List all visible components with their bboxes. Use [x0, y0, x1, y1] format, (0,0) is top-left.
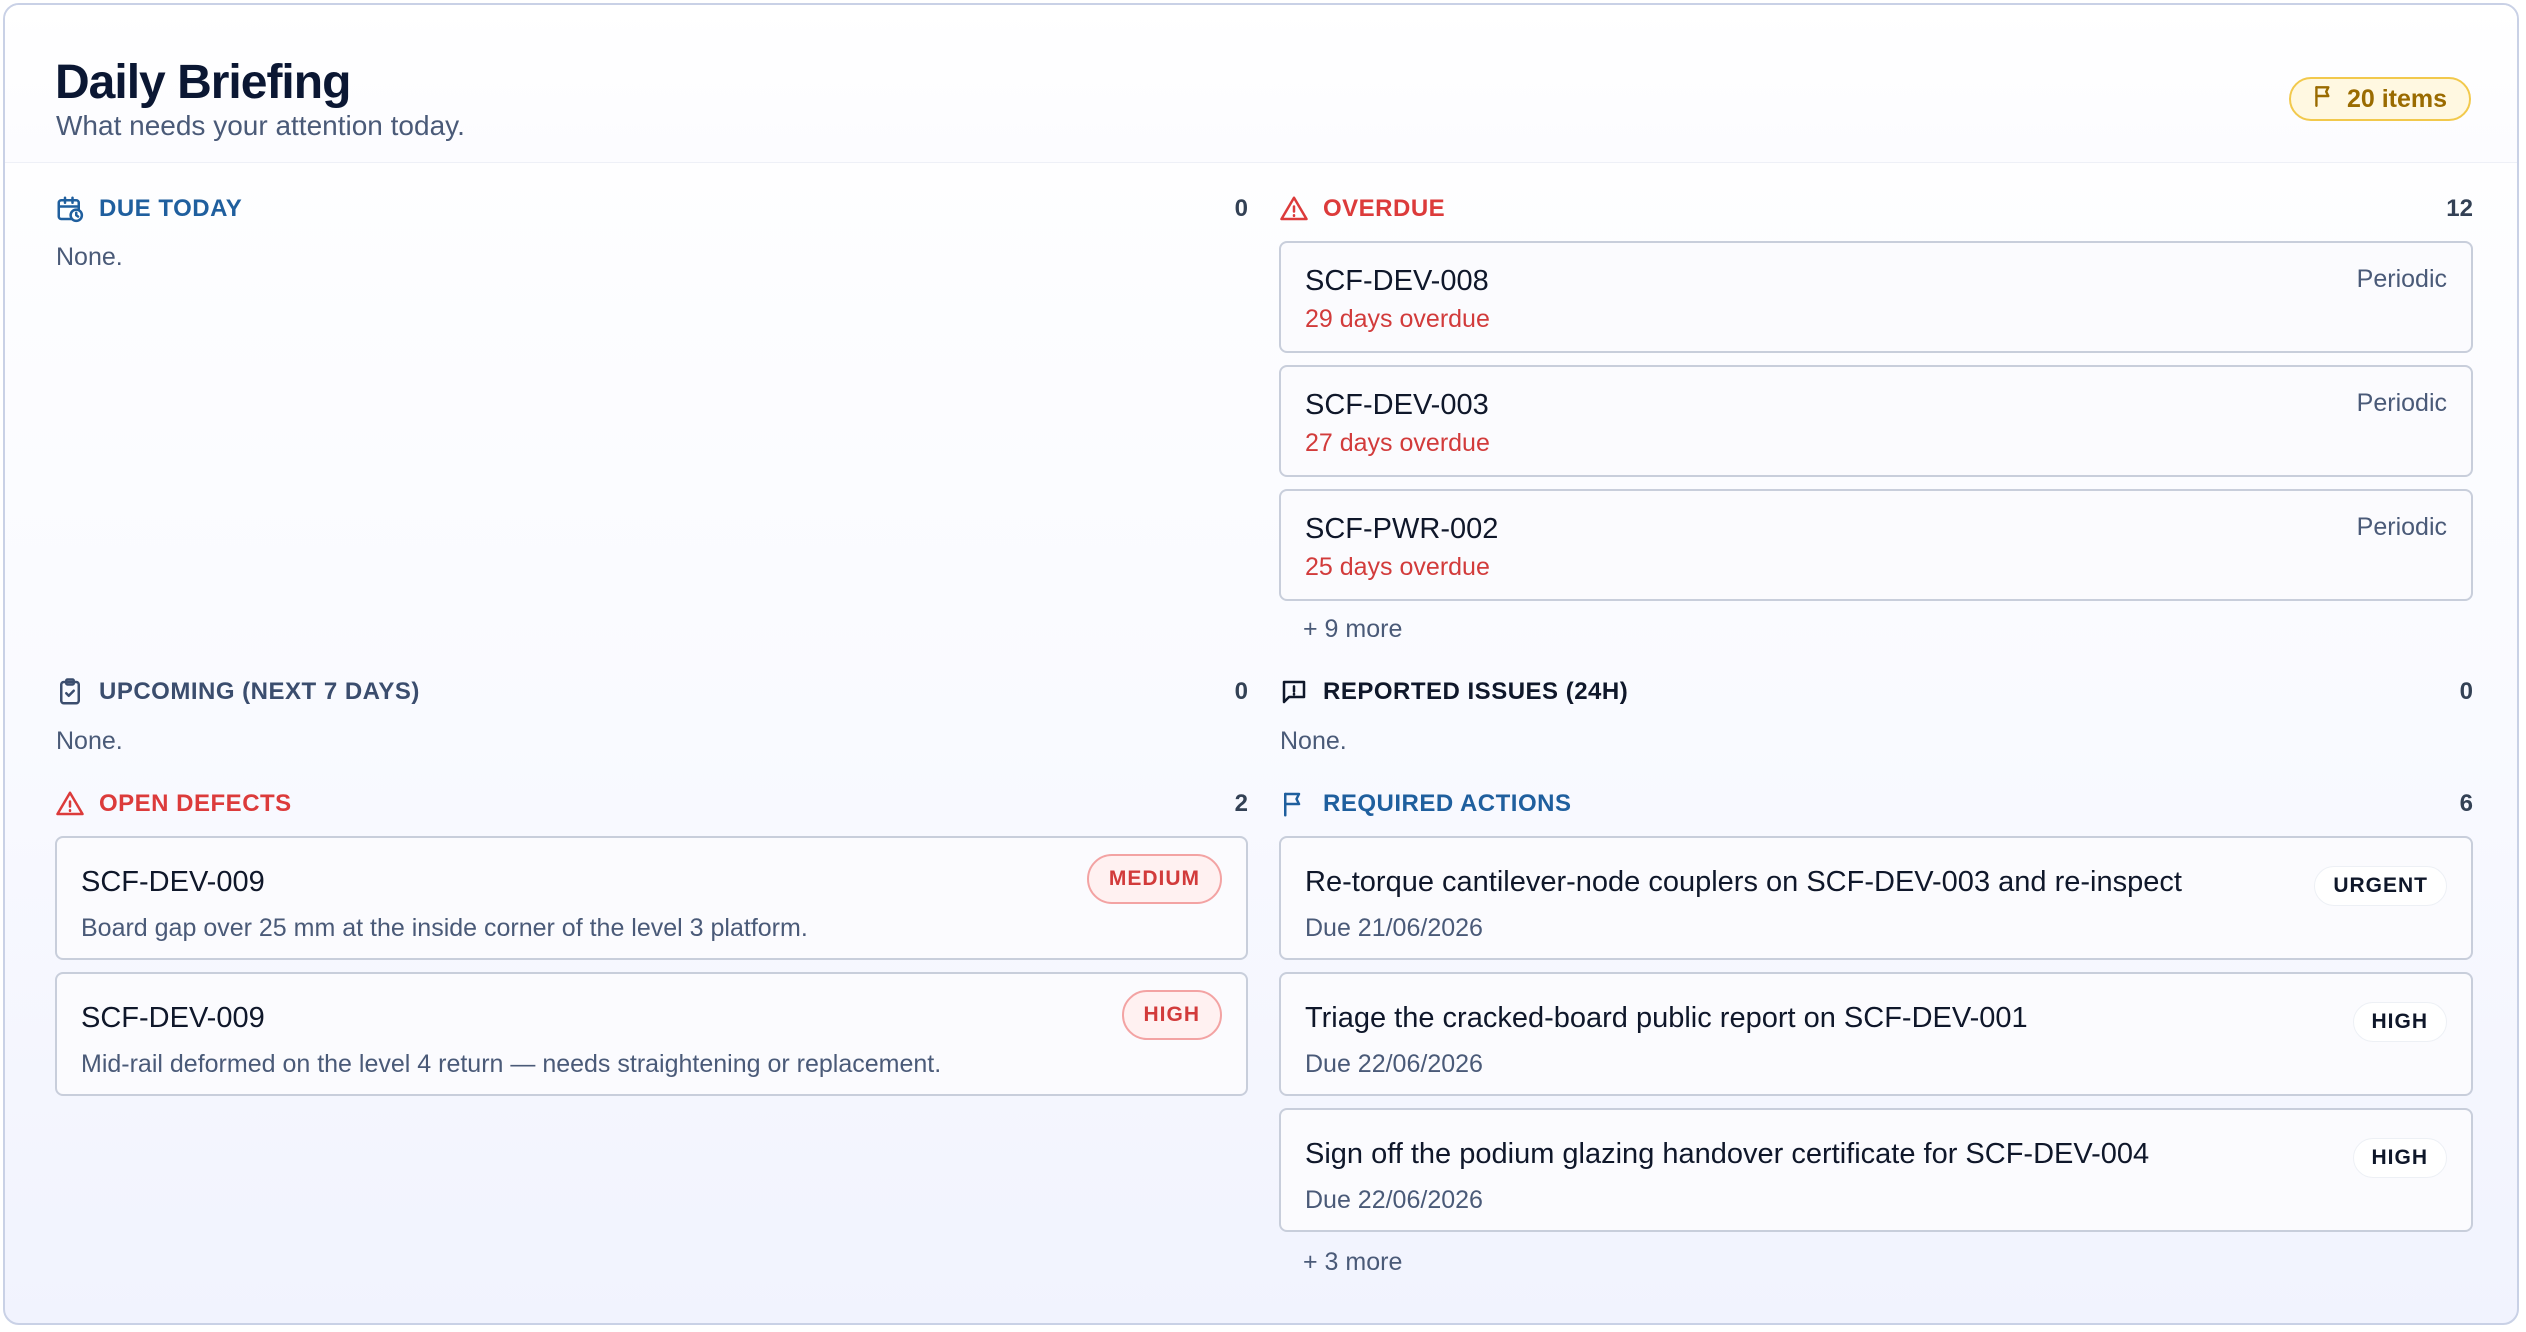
section-due-today[interactable]: DUE TODAY 0	[55, 191, 1248, 227]
overdue-duration: 27 days overdue	[1305, 429, 1490, 457]
action-title: Re-torque cantilever-node couplers on SC…	[1305, 866, 2182, 898]
due-date: Due 22/06/2026	[1305, 1050, 1483, 1078]
items-count-label: 20 items	[2346, 84, 2447, 113]
warning-triangle-icon	[55, 789, 85, 819]
overdue-item[interactable]: SCF-DEV-003 27 days overdue Periodic	[1279, 365, 2473, 477]
asset-code: SCF-DEV-008	[1305, 265, 1489, 297]
section-count: 12	[2446, 195, 2473, 222]
flag-icon	[1279, 789, 1309, 819]
section-label: OPEN DEFECTS	[99, 790, 292, 817]
asset-code: SCF-DEV-003	[1305, 389, 1489, 421]
clipboard-check-icon	[55, 677, 85, 707]
section-label: DUE TODAY	[99, 195, 243, 222]
section-count: 0	[1234, 195, 1248, 222]
section-required-actions[interactable]: REQUIRED ACTIONS 6	[1279, 786, 2473, 822]
severity-badge: HIGH	[1121, 990, 1222, 1040]
section-count: 2	[1234, 790, 1248, 817]
section-label: UPCOMING (NEXT 7 DAYS)	[99, 678, 420, 705]
show-more-link[interactable]: + 9 more	[1303, 615, 1402, 644]
action-item[interactable]: Sign off the podium glazing handover cer…	[1279, 1108, 2473, 1232]
empty-state: None.	[56, 243, 123, 271]
empty-state: None.	[56, 727, 123, 755]
warning-triangle-icon	[1279, 194, 1309, 224]
priority-badge: HIGH	[2352, 1002, 2447, 1042]
section-label: REPORTED ISSUES (24H)	[1323, 678, 1629, 705]
asset-code: SCF-DEV-009	[81, 1002, 265, 1034]
overdue-item[interactable]: SCF-DEV-008 29 days overdue Periodic	[1279, 241, 2473, 353]
priority-badge: HIGH	[2352, 1138, 2447, 1178]
page-title: Daily Briefing	[55, 56, 351, 109]
empty-state: None.	[1280, 727, 1347, 755]
show-more-link[interactable]: + 3 more	[1303, 1248, 1402, 1277]
due-date: Due 22/06/2026	[1305, 1186, 1483, 1214]
asset-code: SCF-PWR-002	[1305, 513, 1499, 545]
section-label: REQUIRED ACTIONS	[1323, 790, 1572, 817]
message-alert-icon	[1279, 677, 1309, 707]
page-subtitle: What needs your attention today.	[56, 110, 465, 141]
defect-item[interactable]: SCF-DEV-009 MEDIUM Board gap over 25 mm …	[55, 836, 1248, 960]
action-item[interactable]: Triage the cracked-board public report o…	[1279, 972, 2473, 1096]
overdue-duration: 25 days overdue	[1305, 553, 1490, 581]
defect-description: Mid-rail deformed on the level 4 return …	[81, 1050, 942, 1078]
priority-badge: URGENT	[2314, 866, 2447, 906]
flag-icon	[2311, 83, 2337, 116]
section-upcoming[interactable]: UPCOMING (NEXT 7 DAYS) 0	[55, 674, 1248, 710]
action-item[interactable]: Re-torque cantilever-node couplers on SC…	[1279, 836, 2473, 960]
calendar-clock-icon	[55, 194, 85, 224]
inspection-type: Periodic	[2356, 389, 2447, 417]
action-title: Triage the cracked-board public report o…	[1305, 1002, 2028, 1034]
action-title: Sign off the podium glazing handover cer…	[1305, 1138, 2150, 1170]
defect-description: Board gap over 25 mm at the inside corne…	[81, 914, 808, 942]
overdue-duration: 29 days overdue	[1305, 305, 1490, 333]
items-count-badge[interactable]: 20 items	[2288, 77, 2471, 121]
daily-briefing-panel: Daily Briefing What needs your attention…	[3, 3, 2519, 1325]
section-open-defects[interactable]: OPEN DEFECTS 2	[55, 786, 1248, 822]
section-reported-issues[interactable]: REPORTED ISSUES (24H) 0	[1279, 674, 2473, 710]
inspection-type: Periodic	[2356, 513, 2447, 541]
defect-item[interactable]: SCF-DEV-009 HIGH Mid-rail deformed on th…	[55, 972, 1248, 1096]
section-overdue[interactable]: OVERDUE 12	[1279, 191, 2473, 227]
overdue-item[interactable]: SCF-PWR-002 25 days overdue Periodic	[1279, 489, 2473, 601]
inspection-type: Periodic	[2356, 265, 2447, 293]
section-count: 0	[2459, 678, 2473, 705]
due-date: Due 21/06/2026	[1305, 914, 1483, 942]
section-count: 6	[2459, 790, 2473, 817]
asset-code: SCF-DEV-009	[81, 866, 265, 898]
briefing-header: Daily Briefing What needs your attention…	[5, 5, 2517, 163]
section-label: OVERDUE	[1323, 195, 1446, 222]
severity-badge: MEDIUM	[1086, 854, 1222, 904]
section-count: 0	[1234, 678, 1248, 705]
